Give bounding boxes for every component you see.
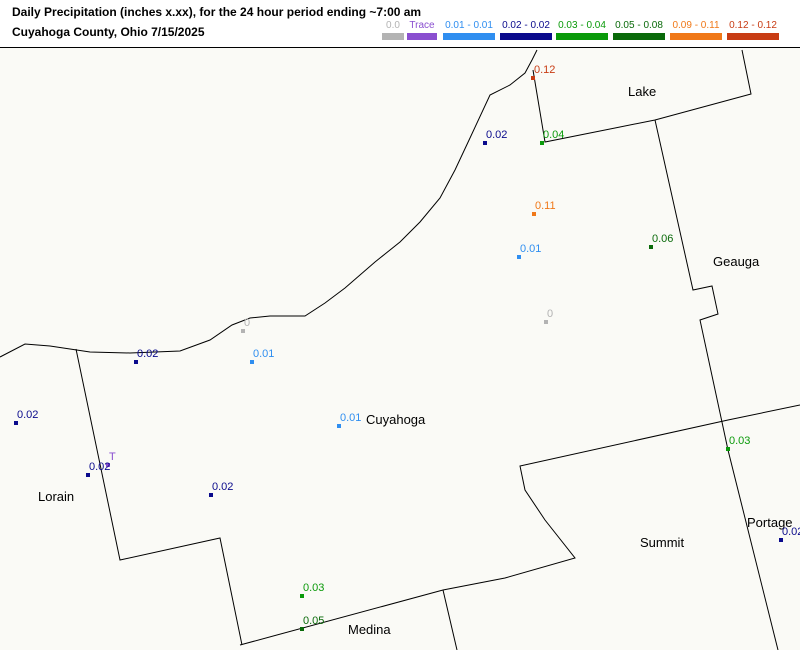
county-label-summit: Summit — [640, 535, 685, 550]
station-value: 0.02 — [89, 461, 111, 473]
station-value: 0 — [547, 308, 554, 320]
legend-item: 0.05 - 0.08 — [613, 21, 665, 40]
station-value: 0.02 — [17, 409, 39, 421]
station-dot — [531, 76, 535, 80]
legend-item: 0.02 - 0.02 — [500, 21, 552, 40]
lake-erie-shoreline — [0, 49, 538, 358]
legend-item: Trace — [407, 21, 437, 40]
station-value: 0.01 — [253, 348, 275, 360]
legend-label: 0.12 - 0.12 — [729, 20, 777, 31]
station-dot — [337, 424, 341, 428]
county-label-cuyahoga: Cuyahoga — [366, 412, 426, 427]
legend-label: Trace — [409, 20, 435, 31]
station-value: 0.12 — [534, 64, 556, 76]
legend-swatch — [382, 33, 404, 40]
station-value: 0 — [244, 317, 251, 329]
station-dot — [300, 627, 304, 631]
county-label-medina: Medina — [348, 622, 391, 637]
legend-label: 0.01 - 0.01 — [445, 20, 493, 31]
map-subtitle: Cuyahoga County, Ohio 7/15/2025 — [12, 25, 205, 39]
legend-swatch — [500, 33, 552, 40]
legend-item: 0.09 - 0.11 — [670, 21, 722, 40]
legend-item: 0.01 - 0.01 — [443, 21, 495, 40]
map-header: Daily Precipitation (inches x.xx), for t… — [0, 0, 800, 48]
legend-label: 0.03 - 0.04 — [558, 20, 606, 31]
station-value: 0.05 — [303, 615, 325, 627]
station-value: 0.02 — [486, 129, 508, 141]
station-value: 0.06 — [652, 233, 674, 245]
station-value: 0.04 — [543, 129, 565, 141]
station-value: 0.01 — [340, 412, 362, 424]
station-dot — [540, 141, 544, 145]
station-value: 0.02 — [137, 348, 159, 360]
precipitation-map-page: Daily Precipitation (inches x.xx), for t… — [0, 0, 800, 650]
station-dot — [86, 473, 90, 477]
station-value: 0.02 — [212, 481, 234, 493]
station-dot — [483, 141, 487, 145]
station-dot — [544, 320, 548, 324]
legend-swatch — [443, 33, 495, 40]
station-dot — [300, 594, 304, 598]
legend-swatch — [407, 33, 437, 40]
station-value: 0.03 — [729, 435, 751, 447]
county-label-lorain: Lorain — [38, 489, 75, 504]
station-dot — [779, 538, 783, 542]
station-value: 0.01 — [520, 243, 542, 255]
station-dot — [241, 329, 245, 333]
legend-swatch — [727, 33, 779, 40]
station-value: 0.02 — [782, 526, 800, 538]
station-dot — [726, 447, 730, 451]
map-title: Daily Precipitation (inches x.xx), for t… — [12, 5, 422, 19]
summit-boundary — [239, 404, 800, 646]
legend-swatch — [613, 33, 665, 40]
cuyahoga-geauga-boundary — [654, 119, 779, 650]
summit-medina-boundary — [442, 589, 458, 650]
legend-item: 0.12 - 0.12 — [727, 21, 779, 40]
legend-label: 0.05 - 0.08 — [615, 20, 663, 31]
legend-swatch — [556, 33, 608, 40]
legend-item: 0.0 — [382, 21, 404, 40]
county-label-lake: Lake — [628, 84, 657, 99]
county-label-geauga: Geauga — [713, 254, 760, 269]
legend-label: 0.09 - 0.11 — [672, 20, 720, 31]
legend-label: 0.02 - 0.02 — [502, 20, 550, 31]
station-value: 0.03 — [303, 582, 325, 594]
station-dot — [649, 245, 653, 249]
station-dot — [250, 360, 254, 364]
map-canvas[interactable]: Lake Geauga Cuyahoga Lorain Summit Portage Med… — [0, 48, 800, 650]
station-dot — [209, 493, 213, 497]
station-dot — [532, 212, 536, 216]
legend-swatch — [670, 33, 722, 40]
station-dot — [517, 255, 521, 259]
station-dot — [134, 360, 138, 364]
cuyahoga-west-boundary — [75, 348, 243, 646]
legend-label: 0.0 — [386, 20, 400, 31]
county-boundaries — [0, 49, 800, 650]
station-value: 0.11 — [535, 200, 556, 212]
legend-item: 0.03 - 0.04 — [556, 21, 608, 40]
station-dot — [14, 421, 18, 425]
